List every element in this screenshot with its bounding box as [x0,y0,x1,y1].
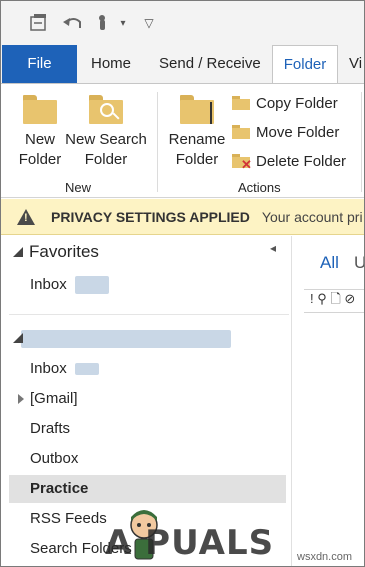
rename-folder-icon [180,94,214,124]
favorites-inbox-label: Inbox [30,276,67,293]
pane-divider [9,314,289,315]
rename-folder-label-line2: Folder [175,151,219,168]
filter-unread-tab[interactable]: U [354,253,364,273]
send-receive-all-icon[interactable] [28,12,50,34]
group-separator-right [361,92,362,192]
unread-count-redacted [74,363,99,376]
privacy-message: Your account pri [261,208,363,225]
folder-outbox[interactable]: Outbox [30,445,78,473]
new-folder-button[interactable]: New Folder [15,90,65,170]
new-folder-label-line2: Folder [18,151,62,168]
favorites-label: Favorites [29,242,99,261]
undo-icon[interactable] [61,12,85,34]
copy-folder-icon [232,96,250,110]
appuals-watermark: A PUALS [105,523,275,563]
warning-icon: ! [17,208,35,225]
tab-folder[interactable]: Folder [272,45,338,86]
group-separator [157,92,158,192]
message-list-pane: All U ! ⚲ 🗋 ⊘ [291,236,364,566]
tab-send-receive[interactable]: Send / Receive [151,45,269,83]
delete-folder-button[interactable]: ✕ Delete Folder [232,150,346,172]
folder-label: Inbox [30,360,67,377]
folder-rss-feeds[interactable]: RSS Feeds [30,505,107,533]
move-folder-button[interactable]: Move Folder [232,121,339,143]
rename-folder-label-line1: Rename [168,131,226,148]
outlook-window: ▾ ▽ File Home Send / Receive Folder Vi N… [0,0,365,567]
touch-mode-icon[interactable] [93,12,115,34]
folder-drafts[interactable]: Drafts [30,415,70,443]
move-folder-icon [232,125,250,139]
group-label-new: New [65,180,92,195]
new-search-folder-label-line1: New Search [65,131,147,148]
quick-access-toolbar: ▾ ▽ [1,1,364,45]
tab-view[interactable]: Vi [345,45,364,83]
folder-gmail[interactable]: [Gmail] [15,385,78,413]
site-watermark: wsxdn.com [297,551,353,563]
folder-inbox[interactable]: Inbox [30,355,99,383]
collapse-pane-icon[interactable]: ◂ [270,241,276,255]
copy-folder-button[interactable]: Copy Folder [232,92,338,114]
folder-label: Outbox [30,450,79,467]
new-folder-icon [23,94,57,124]
customize-toolbar-icon[interactable]: ▽ [141,12,157,34]
new-search-folder-label-line2: Folder [84,151,128,168]
account-section-header[interactable] [13,324,231,352]
ribbon-tabs: File Home Send / Receive Folder Vi [1,45,364,86]
column-header-icons[interactable]: ! ⚲ 🗋 ⊘ [310,290,355,312]
touch-mode-dropdown-icon[interactable]: ▾ [116,12,130,34]
new-search-folder-button[interactable]: New Search Folder [65,90,147,170]
message-list-header: ! ⚲ 🗋 ⊘ [304,289,364,313]
unread-count-redacted [74,276,109,295]
rename-folder-button[interactable]: Rename Folder [167,90,227,170]
tab-home[interactable]: Home [83,45,139,83]
copy-folder-label: Copy Folder [256,94,338,112]
ribbon-folder-panel: New Folder New Search Folder New Rename … [1,83,364,198]
account-name-redacted [21,329,231,348]
privacy-notification-bar: ! PRIVACY SETTINGS APPLIED Your account … [1,199,364,235]
favorites-section-header[interactable]: Favorites [13,238,99,266]
filter-all-tab[interactable]: All [320,253,339,273]
folder-label: Practice [30,480,89,497]
delete-folder-label: Delete Folder [256,152,347,170]
folder-label: Drafts [30,420,71,437]
expand-caret-icon[interactable] [13,333,23,343]
new-folder-label-line1: New [24,131,55,148]
move-folder-label: Move Folder [256,123,340,141]
expand-caret-icon[interactable] [13,247,23,257]
delete-folder-icon: ✕ [232,154,252,172]
folder-label: RSS Feeds [30,510,107,527]
group-label-actions: Actions [238,180,281,195]
privacy-title: PRIVACY SETTINGS APPLIED [51,208,250,225]
folder-practice[interactable]: Practice [9,475,286,503]
collapsed-caret-icon[interactable] [18,394,24,404]
new-search-folder-icon [89,94,123,124]
favorites-inbox[interactable]: Inbox [30,271,109,299]
folder-label: [Gmail] [30,390,78,407]
tab-file[interactable]: File [2,45,77,83]
